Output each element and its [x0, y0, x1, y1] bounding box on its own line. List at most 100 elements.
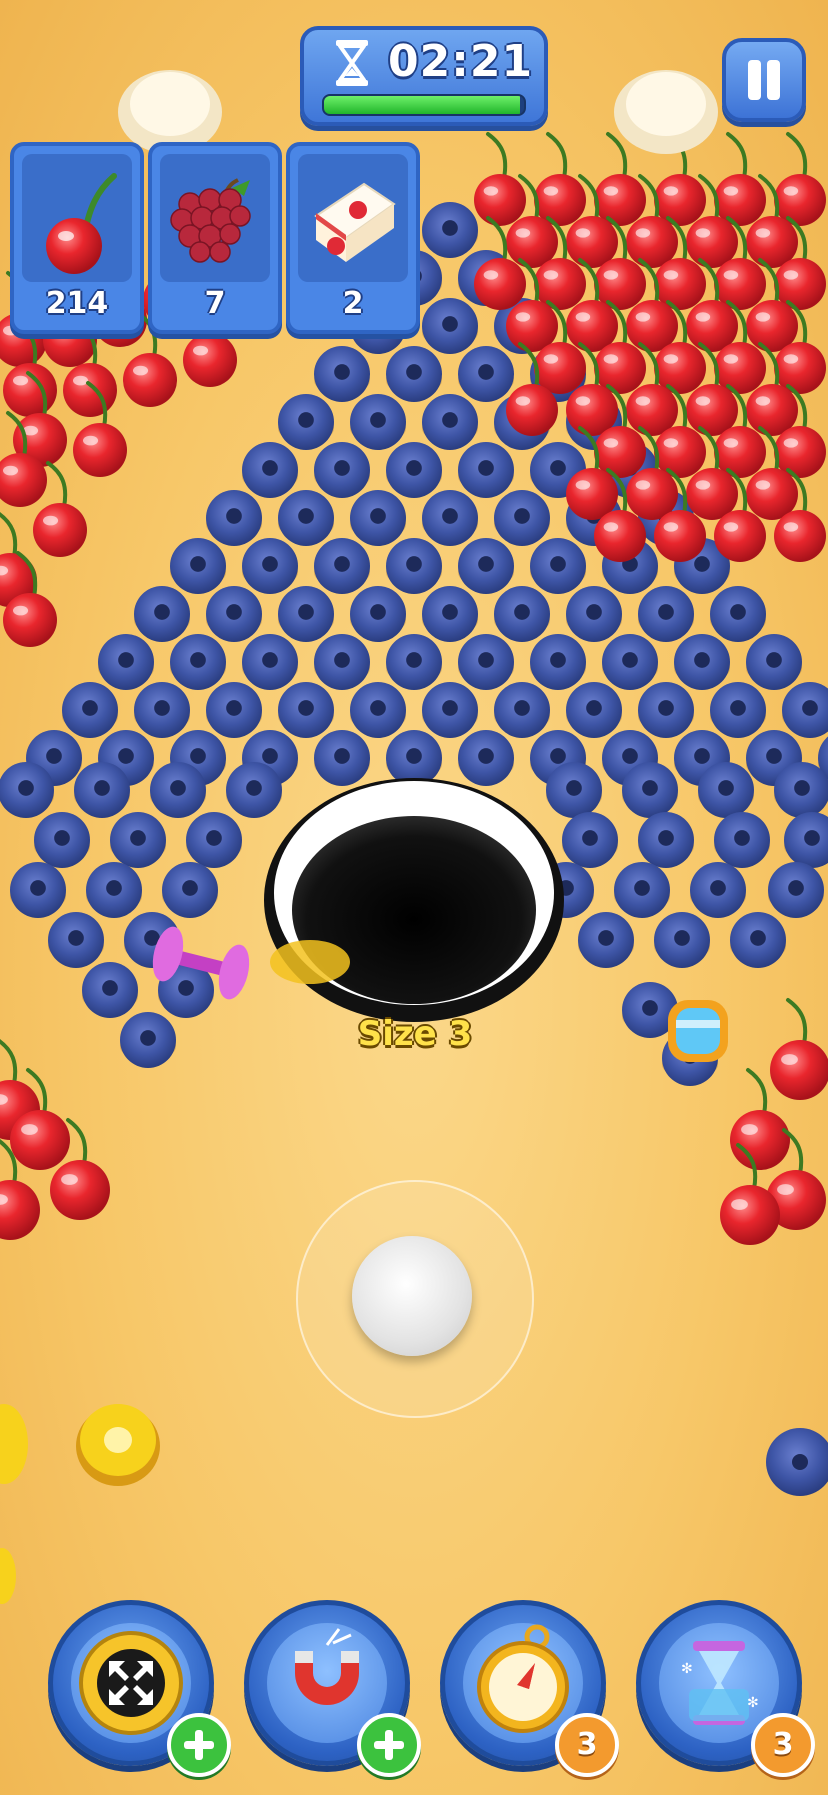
blueberry: [614, 862, 670, 918]
goal-cake: 2: [286, 142, 420, 334]
blueberry: [710, 682, 766, 738]
blueberry: [206, 586, 262, 642]
hole-size-label: Size 3: [357, 1014, 473, 1054]
blueberry: [494, 490, 550, 546]
cherry: [774, 132, 826, 226]
timer-panel: 02:21: [300, 26, 548, 126]
cherry: [714, 132, 766, 226]
pause-icon-bar: [767, 60, 780, 100]
blueberry: [278, 394, 334, 450]
blueberry: [150, 762, 206, 818]
hourglass-icon: [336, 40, 368, 86]
blueberry: [226, 762, 282, 818]
blueberry: [314, 634, 370, 690]
blueberry: [350, 586, 406, 642]
blueberry: [458, 442, 514, 498]
blueberry: [86, 862, 142, 918]
blueberry: [350, 490, 406, 546]
blueberry: [494, 586, 550, 642]
blueberry: [530, 538, 586, 594]
blueberry: [74, 762, 130, 818]
kiwi-slice-edge-lower: [0, 1548, 16, 1604]
pause-icon: [748, 60, 761, 100]
cherry: [594, 132, 646, 226]
timer-text: 02:21: [388, 36, 534, 87]
svg-text:✻: ✻: [681, 1661, 693, 1677]
booster-expand-add-button[interactable]: [167, 1713, 231, 1777]
blueberry: [422, 490, 478, 546]
meringue-right: [614, 70, 718, 154]
pause-button[interactable]: [722, 38, 806, 122]
goal-grapes: 7: [148, 142, 282, 334]
blueberry: [386, 346, 442, 402]
blueberry: [0, 762, 54, 818]
blueberry: [278, 490, 334, 546]
blueberry: [690, 862, 746, 918]
blueberry: [10, 862, 66, 918]
blueberry: [134, 682, 190, 738]
blueberry: [422, 682, 478, 738]
timer-progress-fill: [324, 96, 520, 114]
blueberry: [242, 442, 298, 498]
blueberry: [698, 762, 754, 818]
blueberry: [768, 862, 824, 918]
booster-compass-count: 3: [555, 1713, 619, 1777]
blueberry: [34, 812, 90, 868]
blueberry: [730, 912, 786, 968]
blueberry: [530, 634, 586, 690]
kiwi-slice: [76, 1404, 160, 1486]
blueberry: [710, 586, 766, 642]
blueberry: [422, 202, 478, 258]
goal-cherry: 214: [10, 142, 144, 334]
grapes-icon: [170, 178, 251, 263]
goal-cake-count: 2: [342, 286, 364, 321]
booster-magnet-add-button[interactable]: [357, 1713, 421, 1777]
blueberry: [746, 634, 802, 690]
blueberry: [170, 538, 226, 594]
cherry-icon: [46, 173, 117, 274]
blueberry: [134, 586, 190, 642]
blueberry: [62, 682, 118, 738]
cherry: [770, 998, 828, 1100]
blueberry: [654, 912, 710, 968]
blueberry: [350, 394, 406, 450]
blueberry: [774, 762, 828, 818]
blueberry: [782, 682, 828, 738]
blueberry: [714, 812, 770, 868]
blueberry: [638, 586, 694, 642]
booster-expand-button[interactable]: [48, 1600, 231, 1777]
black-hole-player[interactable]: [264, 778, 564, 1022]
blueberry: [638, 682, 694, 738]
blueberry: [566, 586, 622, 642]
timer-progress-bar: [322, 94, 526, 116]
blueberry: [82, 962, 138, 1018]
svg-text:✻: ✻: [747, 1695, 759, 1711]
blueberry: [48, 912, 104, 968]
blueberry: [458, 346, 514, 402]
blueberry: [562, 812, 618, 868]
goal-cherry-count: 214: [45, 286, 109, 321]
joystick-knob[interactable]: [352, 1236, 472, 1356]
blueberry: [622, 762, 678, 818]
booster-compass-button[interactable]: 3: [440, 1600, 619, 1777]
blueberry: [314, 442, 370, 498]
blueberry: [278, 682, 334, 738]
blueberry: [674, 634, 730, 690]
cherry: [474, 132, 526, 226]
booster-time-freeze-button[interactable]: ✻ ✻ 3: [636, 1600, 815, 1777]
blueberry: [494, 682, 550, 738]
blueberry: [578, 912, 634, 968]
blueberry: [206, 490, 262, 546]
goal-grapes-count: 7: [204, 286, 226, 321]
kiwi-slice-edge: [0, 1404, 28, 1484]
cherry: [534, 132, 586, 226]
blueberry: [784, 812, 828, 868]
blueberry: [162, 862, 218, 918]
blueberry: [546, 762, 602, 818]
freeze-capsule-powerup[interactable]: [668, 1000, 728, 1062]
booster-magnet-button[interactable]: [244, 1600, 421, 1777]
blueberry: [98, 634, 154, 690]
blueberry: [386, 634, 442, 690]
blueberry: [566, 682, 622, 738]
blueberry: [350, 682, 406, 738]
